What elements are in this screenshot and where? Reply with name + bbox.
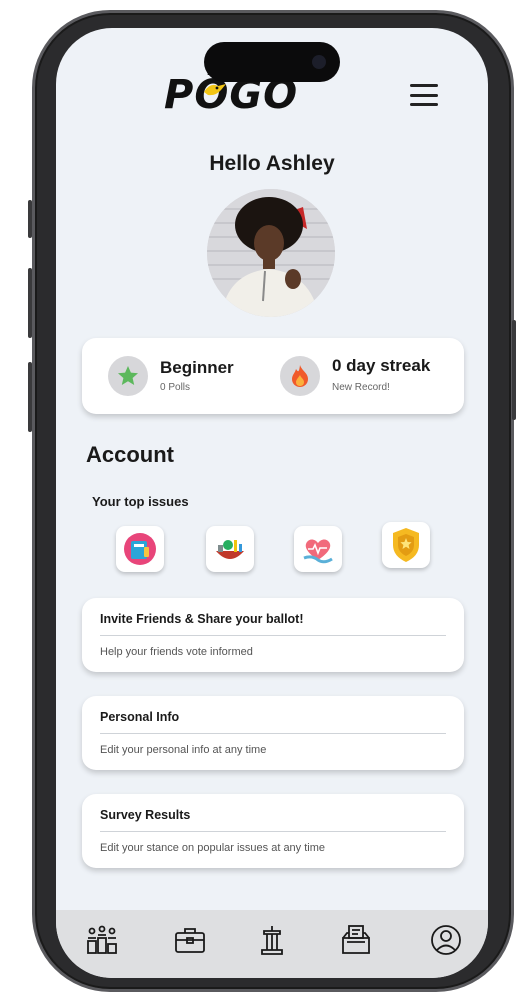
volume-up-button — [28, 268, 32, 338]
streak-title: 0 day streak — [332, 356, 431, 375]
menu-button[interactable] — [410, 84, 438, 106]
power-button — [512, 320, 516, 420]
environment-icon — [216, 540, 244, 559]
account-heading: Account — [86, 442, 174, 467]
invite-friends-card[interactable]: Invite Friends & Share your ballot! Help… — [82, 598, 464, 672]
divider — [100, 635, 446, 636]
issue-public-safety[interactable] — [382, 522, 430, 568]
side-button — [28, 200, 32, 238]
divider — [100, 733, 446, 734]
healthcare-icon — [303, 539, 333, 564]
level-badge — [108, 356, 148, 396]
stats-card: Beginner 0 Polls 0 day streak New Record… — [82, 338, 464, 414]
streak-badge — [280, 356, 320, 396]
top-issues-label: Your top issues — [92, 494, 189, 509]
divider — [100, 831, 446, 832]
nav-profile[interactable] — [426, 920, 466, 960]
volume-down-button — [28, 362, 32, 432]
dynamic-island — [204, 42, 340, 82]
card-subtitle: Edit your personal info at any time — [100, 744, 267, 756]
star-icon — [118, 366, 138, 385]
personal-info-card[interactable]: Personal Info Edit your personal info at… — [82, 696, 464, 770]
nav-community[interactable] — [82, 920, 122, 960]
nav-briefcase[interactable] — [170, 920, 210, 960]
police-badge-icon — [393, 528, 419, 562]
podium-icon — [261, 926, 283, 955]
profile-photo — [207, 189, 335, 317]
issue-environment[interactable] — [206, 526, 254, 572]
card-title: Survey Results — [100, 808, 191, 822]
issue-healthcare[interactable] — [294, 526, 342, 572]
survey-results-card[interactable]: Survey Results Edit your stance on popul… — [82, 794, 464, 868]
streak-subtitle: New Record! — [332, 382, 390, 393]
hamburger-menu-icon — [410, 84, 438, 87]
avatar[interactable] — [207, 189, 335, 317]
bottom-nav — [56, 910, 488, 978]
card-subtitle: Edit your stance on popular issues at an… — [100, 842, 326, 854]
briefcase-icon — [175, 928, 205, 953]
nav-ballot[interactable] — [336, 920, 376, 960]
bird-logo-icon — [204, 84, 226, 96]
card-subtitle: Help your friends vote informed — [100, 646, 253, 658]
level-subtitle: 0 Polls — [160, 382, 191, 393]
issue-education[interactable] — [116, 526, 164, 572]
flame-icon — [292, 365, 308, 387]
level-title: Beginner — [160, 358, 234, 377]
community-icon — [87, 925, 117, 954]
card-title: Personal Info — [100, 710, 180, 724]
app-screen: PŌGO Hello Ashley Beginner 0 Polls 0 day… — [56, 28, 488, 978]
ballot-box-icon — [342, 925, 370, 954]
profile-icon — [431, 925, 461, 955]
nav-podium[interactable] — [252, 920, 292, 960]
card-title: Invite Friends & Share your ballot! — [100, 612, 304, 626]
education-icon — [124, 533, 156, 565]
greeting-text: Hello Ashley — [209, 152, 335, 175]
